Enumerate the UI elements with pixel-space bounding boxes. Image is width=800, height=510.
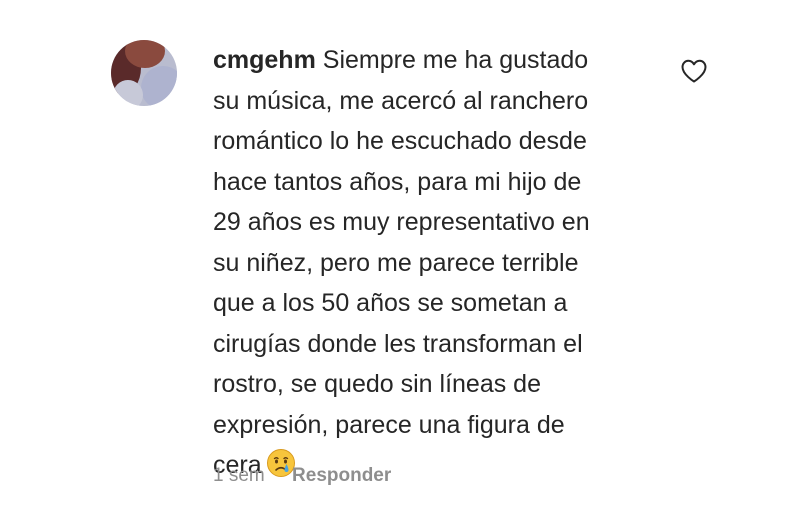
comment-text-line: romántico lo he escuchado desde (213, 127, 587, 155)
comment-item: cmgehm Siempre me ha gustado su música, … (0, 0, 800, 510)
comment-text-line: hace tantos años, para mi hijo de (213, 167, 582, 196)
username-link[interactable]: cmgehm (213, 46, 316, 74)
comment-text-line: su niñez, pero me parece terrible (213, 248, 579, 277)
comment-text-line: cirugías donde les transforman el (213, 329, 583, 358)
comment-text-line: que a los 50 años se sometan a (213, 289, 568, 317)
heart-icon[interactable] (680, 58, 708, 84)
comment-line-1: cmgehm Siempre me ha gustado (213, 40, 653, 81)
comment-text-line: 29 años es muy representativo en (213, 208, 590, 236)
reply-button[interactable]: Responder (292, 465, 391, 486)
comment-text-line: expresión, parece una figura de (213, 410, 565, 439)
comment-text: cmgehm Siempre me ha gustado su música, … (213, 40, 653, 486)
comment-body: cmgehm Siempre me ha gustado su música, … (213, 40, 653, 486)
comment-meta: 1 sem Responder (213, 465, 391, 487)
comment-text-line: su música, me acercó al ranchero (213, 86, 589, 115)
avatar[interactable] (111, 40, 177, 106)
comment-timestamp[interactable]: 1 sem (213, 465, 265, 486)
comment-text-line: Siempre me ha gustado (322, 46, 589, 74)
comment-text-line: rostro, se quedo sin líneas de (213, 370, 541, 398)
